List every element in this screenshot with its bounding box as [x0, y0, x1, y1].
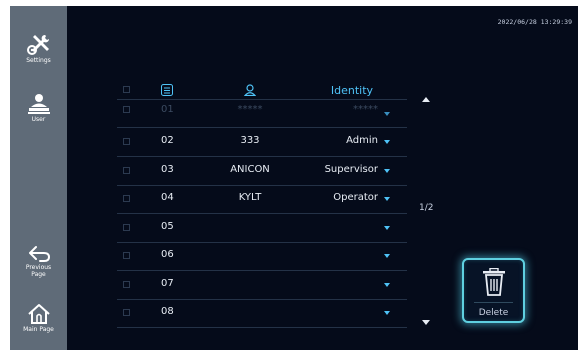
timestamp: 2022/06/28 13:29:39	[497, 18, 572, 26]
identity-header: Identity	[330, 83, 374, 97]
row-divider	[117, 127, 407, 128]
row-checkbox[interactable]	[123, 224, 130, 231]
user-outline-icon	[242, 82, 258, 98]
user-name[interactable]	[218, 220, 282, 234]
previous-page-label: Previous Page	[25, 264, 52, 278]
row-checkbox[interactable]	[123, 281, 130, 288]
user-icon	[27, 94, 50, 114]
row-divider	[117, 242, 407, 243]
row-checkbox[interactable]	[123, 309, 130, 316]
identity-value[interactable]: Admin	[306, 134, 378, 148]
app-window: Settings User Previous Page Main Page 20…	[10, 6, 578, 350]
row-divider	[117, 270, 407, 271]
user-name[interactable]: 333	[218, 134, 282, 148]
row-divider	[117, 299, 407, 300]
settings-button[interactable]: Settings	[10, 32, 67, 64]
row-checkbox[interactable]	[123, 167, 130, 174]
row-number: 04	[161, 192, 174, 203]
row-number: 03	[161, 164, 174, 175]
identity-dropdown-arrow[interactable]	[384, 226, 390, 230]
identity-dropdown-arrow[interactable]	[384, 169, 390, 173]
row-number: 08	[161, 306, 174, 317]
row-checkbox[interactable]	[123, 106, 130, 113]
row-checkbox[interactable]	[123, 138, 130, 145]
settings-tools-icon	[26, 35, 49, 55]
row-divider	[117, 213, 407, 214]
identity-value[interactable]	[306, 248, 378, 262]
delete-divider	[474, 302, 513, 303]
identity-value[interactable]	[306, 220, 378, 234]
identity-value[interactable]: Supervisor	[306, 163, 378, 177]
row-number: 02	[161, 135, 174, 146]
trash-icon	[483, 268, 505, 296]
row-divider	[117, 99, 407, 100]
sidebar: Settings User Previous Page Main Page	[10, 6, 67, 350]
delete-button[interactable]: Delete	[462, 258, 525, 323]
user-button[interactable]: User	[10, 93, 67, 123]
identity-value: *****	[353, 104, 378, 115]
user-name[interactable]	[218, 248, 282, 262]
scroll-down-arrow[interactable]	[422, 320, 430, 325]
main-page-label: Main Page	[23, 326, 54, 333]
back-arrow-icon	[28, 246, 50, 262]
settings-label: Settings	[26, 57, 51, 64]
page-indicator: 1/2	[419, 203, 434, 213]
identity-dropdown-arrow[interactable]	[384, 311, 390, 315]
row-number: 05	[161, 221, 174, 232]
row-number: 06	[161, 249, 174, 260]
user-name[interactable]: KYLT	[218, 191, 282, 205]
select-all-checkbox[interactable]	[123, 86, 130, 93]
identity-dropdown-arrow[interactable]	[384, 140, 390, 144]
identity-dropdown-arrow[interactable]	[384, 197, 390, 201]
identity-value[interactable]	[306, 305, 378, 319]
row-number: 01	[161, 104, 174, 115]
identity-dropdown-arrow[interactable]	[384, 112, 390, 116]
user-name: *****	[237, 104, 263, 115]
row-divider	[117, 185, 407, 186]
main-page-button[interactable]: Main Page	[10, 303, 67, 333]
row-number: 07	[161, 278, 174, 289]
user-name[interactable]	[218, 277, 282, 291]
identity-dropdown-arrow[interactable]	[384, 283, 390, 287]
home-icon	[27, 304, 50, 324]
user-name[interactable]: ANICON	[218, 163, 282, 177]
row-checkbox[interactable]	[123, 252, 130, 259]
scroll-up-arrow[interactable]	[422, 97, 430, 102]
user-name[interactable]	[218, 305, 282, 319]
user-label: User	[31, 116, 46, 123]
identity-value[interactable]	[306, 277, 378, 291]
identity-value[interactable]: Operator	[306, 191, 378, 205]
delete-label: Delete	[478, 308, 509, 318]
row-divider	[117, 327, 407, 328]
identity-dropdown-arrow[interactable]	[384, 254, 390, 258]
row-checkbox[interactable]	[123, 195, 130, 202]
list-icon	[160, 82, 174, 98]
previous-page-button[interactable]: Previous Page	[10, 245, 67, 278]
row-divider	[117, 156, 407, 157]
